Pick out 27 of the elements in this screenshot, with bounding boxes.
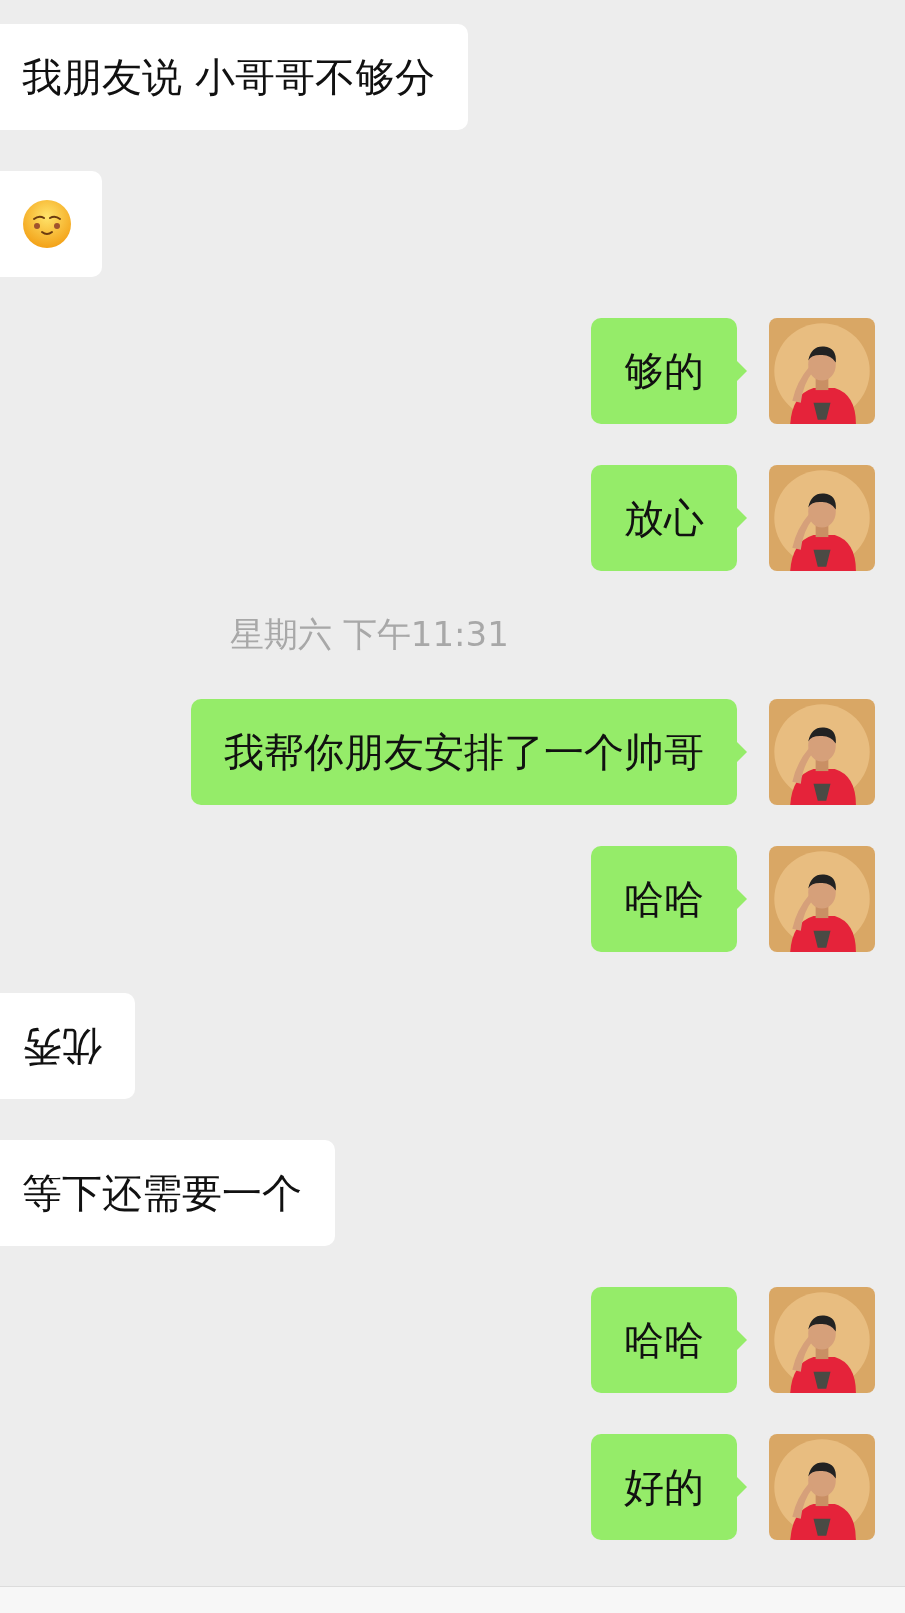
message-bubble[interactable]: 好的 xyxy=(591,1434,737,1540)
message-text: 哈哈 xyxy=(624,1315,704,1365)
bubble-tail xyxy=(737,889,747,909)
bubble-tail xyxy=(737,1477,747,1497)
message-bubble[interactable]: 优秀 xyxy=(0,993,135,1099)
message-bubble[interactable]: 够的 xyxy=(591,318,737,424)
smiling-face-icon xyxy=(22,199,72,249)
message-bubble[interactable]: 等下还需要一个 xyxy=(0,1140,335,1246)
bubble-tail xyxy=(737,742,747,762)
message-text: 够的 xyxy=(624,346,704,396)
bubble-tail xyxy=(737,1330,747,1350)
bubble-tail xyxy=(737,361,747,381)
message-bubble[interactable]: 我朋友说 小哥哥不够分 xyxy=(0,24,468,130)
message-text: 放心 xyxy=(624,493,704,543)
message-text: 我朋友说 小哥哥不够分 xyxy=(22,52,435,102)
timestamp: 星期六 下午11:31 xyxy=(230,613,509,656)
message-text: 等下还需要一个 xyxy=(22,1168,302,1218)
message-text: 优秀 xyxy=(22,1022,102,1072)
message-text: 好的 xyxy=(624,1462,704,1512)
message-bubble[interactable] xyxy=(0,171,102,277)
message-bubble[interactable]: 哈哈 xyxy=(591,1287,737,1393)
message-bubble[interactable]: 放心 xyxy=(591,465,737,571)
message-bubble[interactable]: 哈哈 xyxy=(591,846,737,952)
bubble-tail xyxy=(737,508,747,528)
message-bubble[interactable]: 我帮你朋友安排了一个帅哥 xyxy=(191,699,737,805)
message-text: 哈哈 xyxy=(624,874,704,924)
message-text: 我帮你朋友安排了一个帅哥 xyxy=(224,727,704,777)
